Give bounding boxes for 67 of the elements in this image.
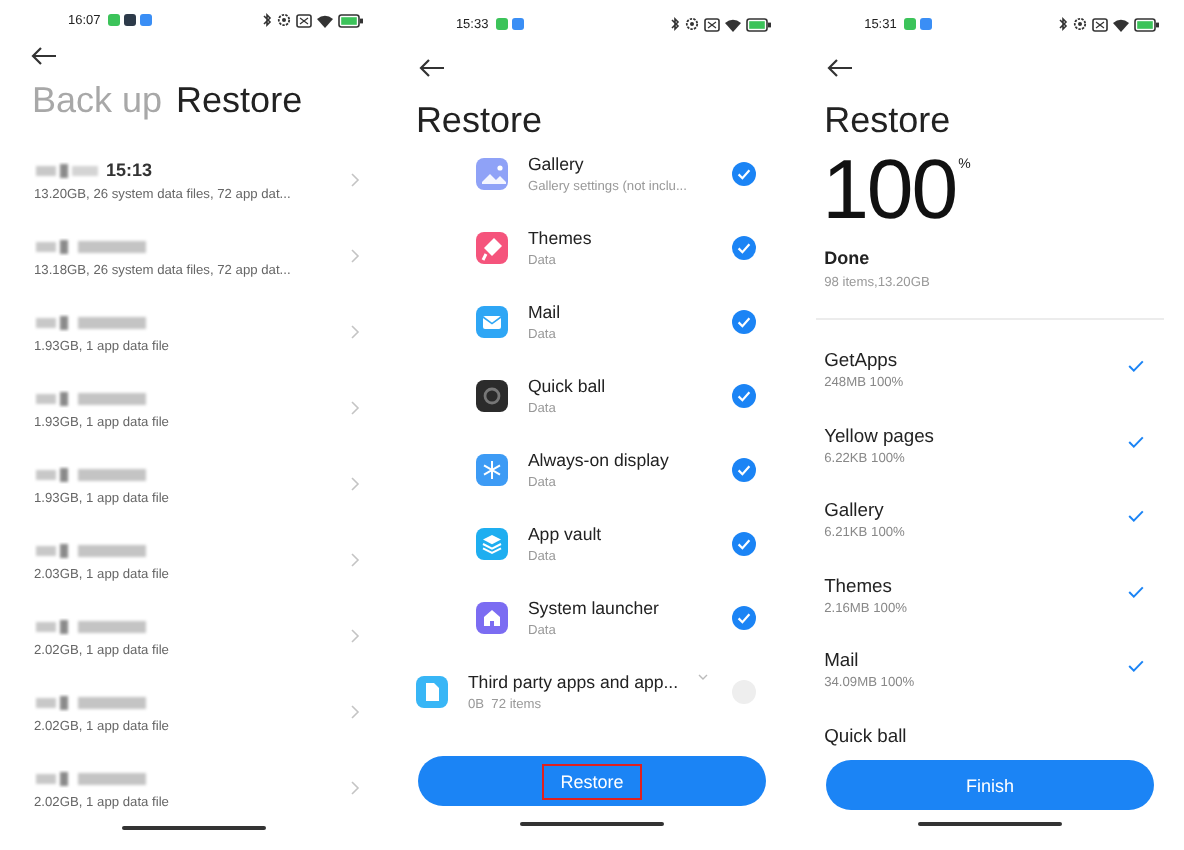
item-name: GetApps bbox=[824, 348, 900, 370]
app-name: System launcher bbox=[527, 597, 661, 617]
item-name: Quick ball bbox=[824, 723, 909, 746]
bluetooth-icon bbox=[261, 12, 272, 28]
sim-icon bbox=[295, 13, 312, 27]
wifi-icon bbox=[1112, 17, 1131, 31]
item-name: Gallery bbox=[824, 498, 886, 521]
blurred-text-drawing bbox=[34, 539, 150, 562]
blurred-text-drawing bbox=[34, 463, 150, 486]
gear-icon bbox=[684, 16, 701, 32]
app-name: App vault bbox=[527, 523, 604, 543]
chevron-icon bbox=[349, 400, 360, 417]
finish-button[interactable]: Finish bbox=[826, 760, 1155, 810]
backup-time: 15:13 bbox=[106, 160, 153, 181]
chevron-icon bbox=[349, 248, 360, 265]
progress-percent: 100 bbox=[822, 148, 957, 232]
checkbox[interactable] bbox=[732, 383, 757, 407]
blurred-text-drawing bbox=[34, 767, 150, 790]
blurred-text-drawing bbox=[34, 235, 150, 258]
sim-icon bbox=[704, 17, 721, 31]
blurred-text-drawing bbox=[34, 311, 150, 334]
blurred-text-drawing bbox=[34, 691, 150, 714]
back-icon[interactable] bbox=[30, 46, 58, 67]
checkbox[interactable] bbox=[732, 309, 757, 333]
bluetooth-icon bbox=[1058, 16, 1069, 32]
tab[interactable]: Restore bbox=[176, 79, 303, 121]
status-label: Done bbox=[822, 248, 872, 268]
blurred-text-drawing bbox=[34, 615, 150, 638]
restore-button[interactable]: Restore bbox=[417, 756, 767, 806]
app-name: Quick ball bbox=[527, 375, 608, 395]
blurred-text-drawing bbox=[34, 387, 150, 410]
app-name: Gallery bbox=[527, 153, 586, 173]
app-name: Mail bbox=[527, 301, 563, 321]
item-name: Yellow pages bbox=[824, 423, 936, 446]
checkbox[interactable] bbox=[732, 531, 757, 555]
sim-icon bbox=[1092, 17, 1109, 31]
chevron-icon bbox=[349, 324, 360, 341]
back-icon[interactable] bbox=[826, 58, 855, 78]
blurred-text-drawing bbox=[34, 159, 102, 182]
chevron-icon bbox=[349, 704, 360, 721]
chevron-icon bbox=[349, 780, 360, 797]
chevron-icon bbox=[349, 552, 360, 569]
chevron-icon bbox=[349, 476, 360, 493]
checkbox[interactable] bbox=[732, 605, 757, 629]
wifi-icon bbox=[724, 17, 743, 31]
chevron-icon bbox=[349, 172, 360, 189]
battery-icon bbox=[337, 13, 364, 27]
gear-icon bbox=[1072, 16, 1089, 32]
item-name: Mail bbox=[824, 648, 861, 671]
bluetooth-icon bbox=[670, 16, 681, 32]
screen-title: Restore bbox=[822, 97, 953, 143]
screen-title: Restore bbox=[413, 97, 544, 143]
app-name: Themes bbox=[527, 227, 594, 247]
checkbox[interactable] bbox=[732, 161, 757, 185]
battery-icon bbox=[1134, 17, 1161, 31]
chevron-icon bbox=[349, 628, 360, 645]
gear-icon bbox=[275, 12, 292, 28]
checkbox[interactable] bbox=[732, 235, 757, 259]
app-name: Third party apps and app... bbox=[467, 671, 679, 691]
app-name: Always-on display bbox=[527, 449, 671, 469]
back-icon[interactable] bbox=[417, 58, 446, 78]
caret-icon[interactable] bbox=[698, 674, 709, 680]
wifi-icon bbox=[315, 13, 334, 27]
item-name: Themes bbox=[824, 573, 894, 596]
battery-icon bbox=[746, 17, 773, 31]
checkbox[interactable] bbox=[732, 457, 757, 481]
home-indicator[interactable] bbox=[121, 826, 266, 831]
